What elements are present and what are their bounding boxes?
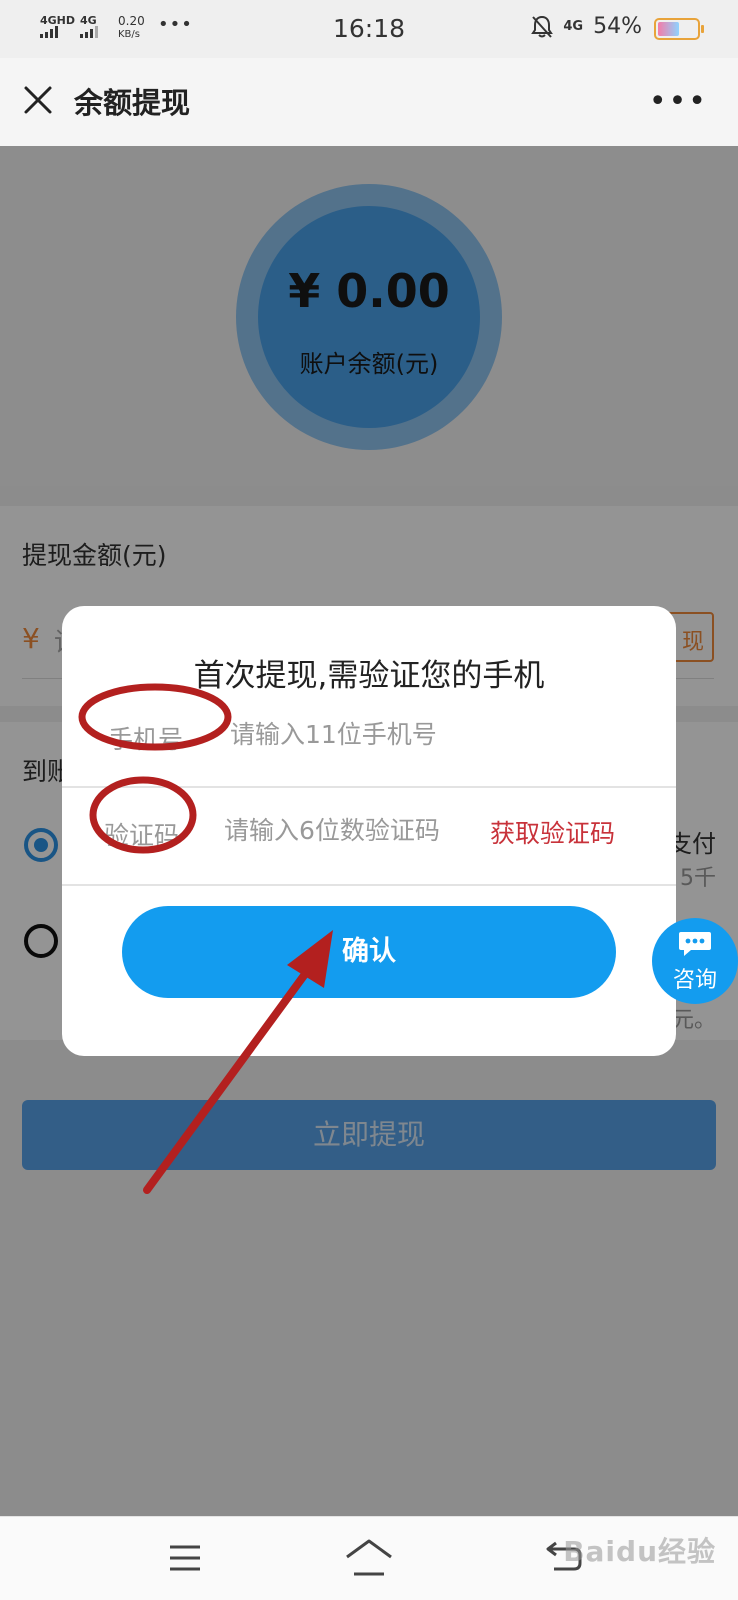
bell-off-icon (531, 15, 554, 38)
home-icon[interactable] (344, 1537, 394, 1577)
status-right: 4G 54% (531, 14, 642, 39)
menu-icon[interactable] (168, 1541, 202, 1575)
divider (62, 884, 676, 886)
phone-label: 手机号 (108, 725, 184, 754)
watermark: Baidu经验 (563, 1535, 716, 1568)
code-label: 验证码 (104, 821, 180, 850)
page-title: 余额提现 (74, 86, 191, 120)
battery-level (658, 22, 679, 36)
consult-label: 咨询 (672, 968, 717, 993)
confirm-button[interactable]: 确认 (122, 906, 616, 998)
close-icon[interactable] (20, 82, 56, 118)
get-code-button[interactable]: 获取验证码 (490, 814, 615, 850)
verify-phone-dialog: 首次提现,需验证您的手机 手机号 验证码 获取验证码 确认 (62, 606, 676, 1056)
battery-icon (654, 18, 704, 40)
divider (62, 786, 676, 788)
status-bar: 4GHD 4G 0.20 KB/s ••• 16:18 4G 54% (0, 0, 738, 58)
chat-bubble-icon (679, 932, 711, 956)
nav-bar: 余额提现 ••• (0, 58, 738, 146)
verification-code-input[interactable] (224, 808, 484, 852)
consult-button[interactable]: 咨询 (652, 918, 738, 1004)
more-options-icon[interactable]: ••• (649, 84, 708, 119)
phone-input[interactable] (230, 712, 530, 756)
battery-percent: 54% (593, 14, 642, 39)
dialog-title: 首次提现,需验证您的手机 (193, 658, 545, 694)
network-type-label: 4G (563, 19, 584, 34)
